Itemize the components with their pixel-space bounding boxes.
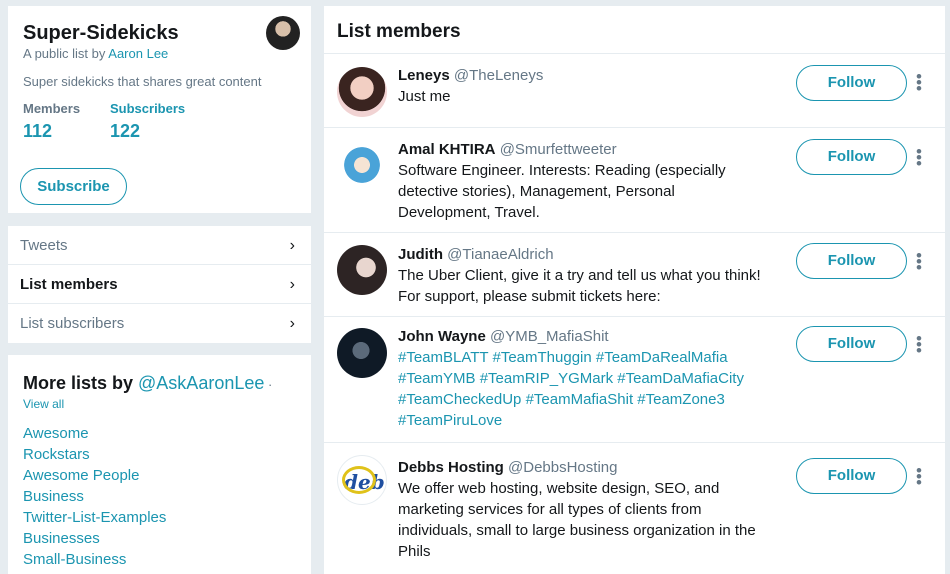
more-list-item[interactable]: Small-Business [23,551,126,568]
more-options-icon[interactable]: • • • [915,462,923,491]
more-list-item[interactable]: Awesome [23,425,89,442]
member-row: John Wayne @YMB_MafiaShit #TeamBLATT #Te… [324,316,945,442]
list-members-card: List members Leneys @TheLeneys Just me F… [324,6,945,574]
chevron-right-icon: › [289,276,295,293]
nav-item-list-members[interactable]: List members › [8,265,311,304]
more-lists-heading-prefix: More lists by [23,373,139,393]
more-list-item[interactable]: Awesome People [23,467,139,484]
view-all-link[interactable]: View all [23,397,64,411]
member-body: Debbs Hosting @DebbsHosting We offer web… [398,457,768,562]
list-nav: Tweets › List members › List subscribers… [8,226,311,343]
member-name[interactable]: Amal KHTIRA [398,141,496,158]
member-bio: Just me [398,88,451,105]
member-avatar[interactable] [337,245,387,295]
member-avatar[interactable] [337,328,387,378]
member-name[interactable]: Debbs Hosting [398,459,504,476]
members-stat: Members 112 [23,101,80,142]
more-lists-card: More lists by @AskAaronLee · View all Aw… [8,355,311,574]
member-handle[interactable]: @TianaeAldrich [447,246,553,263]
members-count: 112 [23,121,53,141]
member-body: Amal KHTIRA @Smurfettweeter Software Eng… [398,139,768,223]
member-handle[interactable]: @DebbsHosting [508,459,617,476]
more-lists-heading: More lists by @AskAaronLee · [23,373,272,394]
list-description: Super sidekicks that shares great conten… [23,74,262,89]
more-options-icon[interactable]: • • • [915,143,923,172]
member-name[interactable]: John Wayne [398,328,486,345]
list-title: Super-Sidekicks [23,22,179,44]
list-info-card: Super-Sidekicks A public list by Aaron L… [8,6,311,213]
member-bio: #TeamBLATT #TeamThuggin #TeamDaRealMafia… [398,347,768,431]
more-list-item[interactable]: Twitter-List-Examples [23,509,166,526]
logo-ring [342,466,376,494]
member-avatar[interactable]: debb [337,455,387,505]
more-options-icon[interactable]: • • • [915,330,923,359]
subscribers-label[interactable]: Subscribers [110,101,185,116]
nav-item-list-subscribers[interactable]: List subscribers › [8,304,311,343]
member-row: Amal KHTIRA @Smurfettweeter Software Eng… [324,127,945,232]
member-handle[interactable]: @TheLeneys [454,67,543,84]
more-list-item[interactable]: Businesses [23,530,100,547]
member-avatar[interactable] [337,67,387,117]
member-bio: The Uber Client, give it a try and tell … [398,267,761,305]
member-name[interactable]: Judith [398,246,443,263]
follow-button[interactable]: Follow [796,139,907,175]
follow-button[interactable]: Follow [796,326,907,362]
member-handle[interactable]: @YMB_MafiaShit [490,328,609,345]
member-avatar[interactable] [337,140,387,190]
more-lists-handle-link[interactable]: @AskAaronLee [138,373,264,393]
follow-button[interactable]: Follow [796,458,907,494]
chevron-right-icon: › [289,315,295,332]
more-list-item[interactable]: Rockstars [23,446,90,463]
member-name[interactable]: Leneys [398,67,450,84]
list-owner-link[interactable]: Aaron Lee [108,46,168,61]
member-handle[interactable]: @Smurfettweeter [500,141,617,158]
list-byline: A public list by Aaron Lee [23,46,168,61]
nav-item-label: List members [20,276,118,293]
owner-avatar[interactable] [266,16,300,50]
subscribe-button[interactable]: Subscribe [20,168,127,205]
list-members-title: List members [337,21,461,42]
subscribers-count[interactable]: 122 [110,121,185,142]
nav-item-label: List subscribers [20,315,125,332]
member-bio: Software Engineer. Interests: Reading (e… [398,162,726,221]
member-body: Judith @TianaeAldrich The Uber Client, g… [398,244,768,307]
nav-item-label: Tweets [20,237,68,254]
follow-button[interactable]: Follow [796,243,907,279]
member-body: John Wayne @YMB_MafiaShit #TeamBLATT #Te… [398,326,768,431]
nav-item-tweets[interactable]: Tweets › [8,226,311,265]
members-label: Members [23,101,81,116]
member-row: Leneys @TheLeneys Just me Follow • • • [324,53,945,127]
subscribers-stat[interactable]: Subscribers 122 [110,101,185,142]
follow-button[interactable]: Follow [796,65,907,101]
byline-prefix: A public list by [23,46,109,61]
more-options-icon[interactable]: • • • [915,68,923,97]
more-list-item[interactable]: Business [23,488,84,505]
chevron-right-icon: › [289,237,295,254]
member-bio-hashtags[interactable]: #TeamBLATT #TeamThuggin #TeamDaRealMafia… [398,349,744,429]
heading-separator: · [268,377,273,392]
member-bio: We offer web hosting, website design, SE… [398,480,756,560]
member-body: Leneys @TheLeneys Just me [398,65,768,107]
member-row: Judith @TianaeAldrich The Uber Client, g… [324,232,945,316]
member-row: debb Debbs Hosting @DebbsHosting We offe… [324,442,945,574]
more-options-icon[interactable]: • • • [915,247,923,276]
